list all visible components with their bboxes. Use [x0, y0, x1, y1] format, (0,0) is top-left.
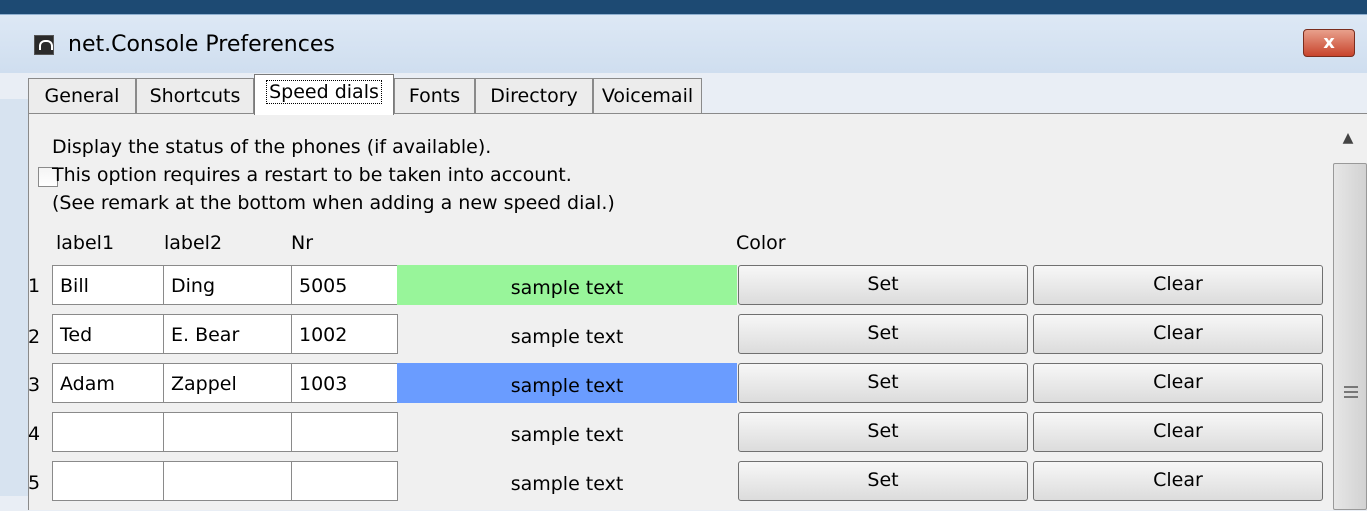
clear-color-button[interactable]: Clear [1033, 461, 1323, 501]
label2-input[interactable] [163, 412, 292, 452]
label1-input[interactable]: Ted [52, 314, 164, 354]
desktop-top-strip [0, 0, 1367, 14]
label2-input[interactable]: Ding [163, 265, 292, 305]
set-color-button[interactable]: Set [738, 412, 1028, 452]
tab-fonts[interactable]: Fonts [394, 78, 475, 114]
row-number: 1 [28, 275, 41, 297]
color-sample: sample text [510, 473, 624, 495]
status-option-line2: This option requires a restart to be tak… [52, 164, 572, 186]
label1-input[interactable]: Bill [52, 265, 164, 305]
tab-label: Directory [490, 85, 578, 107]
row-number: 2 [28, 326, 41, 348]
label1-input[interactable] [52, 461, 164, 501]
color-sample: sample text [397, 265, 737, 305]
nr-input[interactable]: 1003 [291, 363, 398, 403]
nr-input[interactable]: 5005 [291, 265, 398, 305]
scroll-up-arrow-icon[interactable]: ▲ [1329, 115, 1367, 161]
tab-label: Speed dials [266, 80, 382, 104]
scrollbar-thumb[interactable] [1333, 163, 1367, 510]
nr-input[interactable] [291, 461, 398, 501]
tab-label: Fonts [408, 85, 461, 107]
label2-input[interactable]: Zappel [163, 363, 292, 403]
label1-input[interactable]: Adam [52, 363, 164, 403]
clear-color-button[interactable]: Clear [1033, 265, 1323, 305]
tab-speed-dials[interactable]: Speed dials [254, 74, 394, 115]
label2-input[interactable] [163, 461, 292, 501]
header-color: Color [736, 232, 786, 254]
header-label1: label1 [56, 232, 115, 254]
row-number: 4 [28, 423, 41, 445]
clear-color-button[interactable]: Clear [1033, 412, 1323, 452]
clear-color-button[interactable]: Clear [1033, 363, 1323, 403]
row-number: 3 [28, 374, 41, 396]
header-nr: Nr [291, 232, 314, 254]
grip-icon [1344, 386, 1358, 398]
tab-label: Voicemail [601, 85, 694, 107]
label1-input[interactable] [52, 412, 164, 452]
label2-input[interactable]: E. Bear [163, 314, 292, 354]
set-color-button[interactable]: Set [738, 265, 1028, 305]
header-label2: label2 [164, 232, 223, 254]
tab-general[interactable]: General [28, 78, 136, 114]
tab-label: General [44, 85, 120, 107]
nr-input[interactable]: 1002 [291, 314, 398, 354]
set-color-button[interactable]: Set [738, 314, 1028, 354]
tab-shortcuts[interactable]: Shortcuts [136, 78, 254, 114]
title-bar[interactable]: net.Console Preferences x [0, 15, 1367, 73]
status-option-line3: (See remark at the bottom when adding a … [52, 192, 615, 214]
tab-directory[interactable]: Directory [475, 78, 593, 114]
close-button[interactable]: x [1303, 29, 1355, 57]
color-sample: sample text [397, 363, 737, 403]
color-sample: sample text [510, 424, 624, 446]
window-title: net.Console Preferences [68, 32, 335, 57]
tab-voicemail[interactable]: Voicemail [593, 78, 702, 114]
window-left-edge [0, 99, 28, 496]
headset-app-icon [34, 35, 54, 55]
vertical-scrollbar[interactable]: ▲ [1329, 115, 1367, 510]
nr-input[interactable] [291, 412, 398, 452]
clear-color-button[interactable]: Clear [1033, 314, 1323, 354]
row-number: 5 [28, 472, 41, 494]
set-color-button[interactable]: Set [738, 363, 1028, 403]
status-option-line1: Display the status of the phones (if ava… [52, 136, 492, 158]
set-color-button[interactable]: Set [738, 461, 1028, 501]
tab-label: Shortcuts [149, 85, 241, 107]
color-sample: sample text [510, 326, 624, 348]
